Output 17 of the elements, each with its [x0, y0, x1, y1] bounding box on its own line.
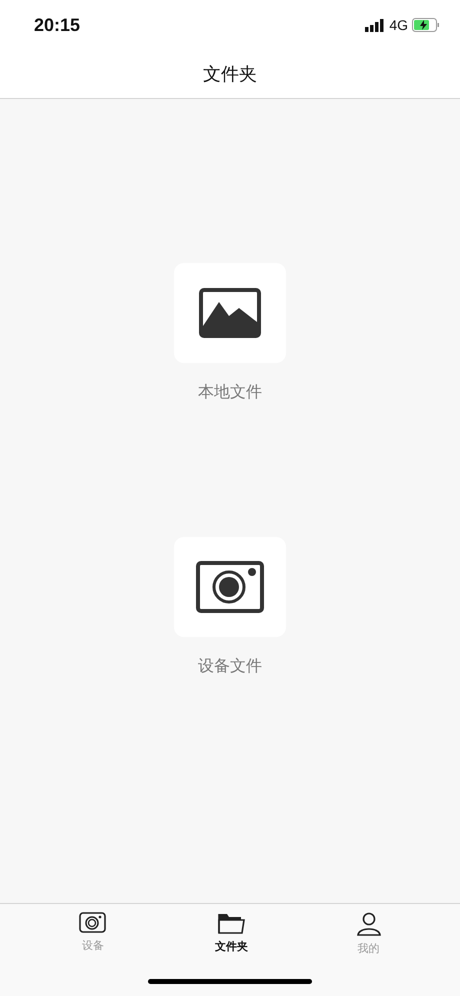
network-type: 4G — [389, 17, 408, 33]
folder-icon — [218, 912, 245, 934]
entry-label: 设备文件 — [198, 656, 262, 677]
picture-icon — [199, 288, 261, 338]
camera-icon — [79, 912, 106, 933]
entry-label: 本地文件 — [198, 382, 262, 403]
entry-tile[interactable] — [174, 537, 286, 637]
tab-item[interactable]: 文件夹 — [210, 904, 252, 956]
page-title: 文件夹 — [203, 63, 257, 86]
entry-tile[interactable] — [174, 263, 286, 363]
tab-item[interactable]: 我的 — [352, 904, 385, 956]
battery-icon — [412, 18, 440, 32]
tab-item[interactable]: 设备 — [75, 904, 110, 956]
signal-icon — [365, 18, 386, 32]
status-time: 20:15 — [34, 14, 80, 36]
person-icon — [356, 912, 381, 936]
camera-icon — [196, 561, 264, 613]
